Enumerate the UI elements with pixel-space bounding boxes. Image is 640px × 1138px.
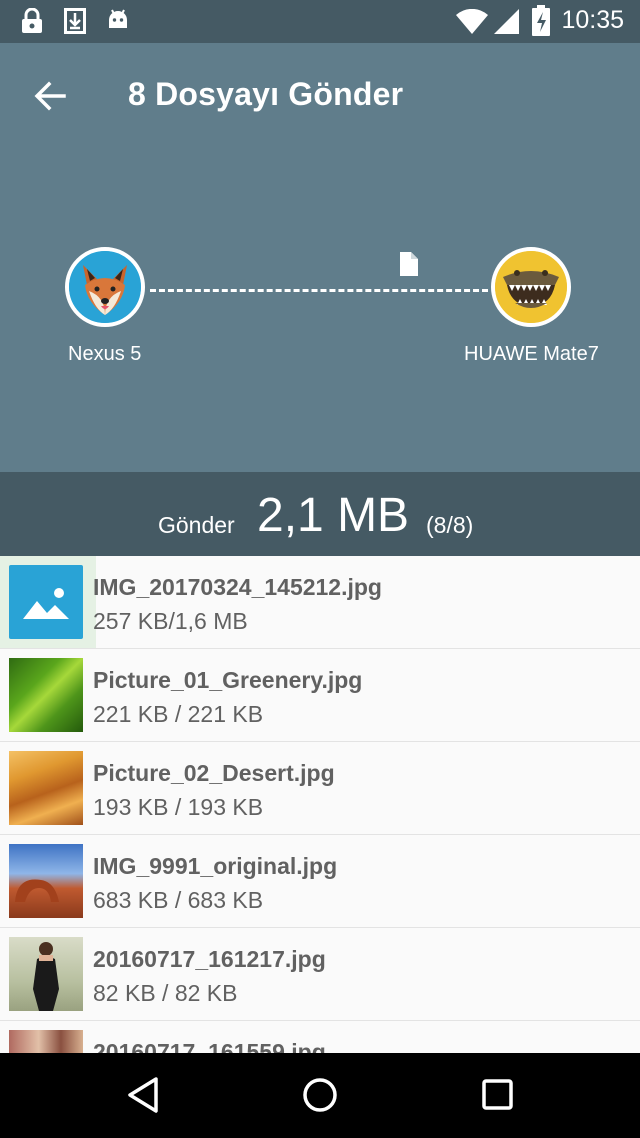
list-item[interactable]: IMG_9991_original.jpg 683 KB / 683 KB <box>0 835 640 928</box>
file-name: 20160717_161559.jpg <box>93 1039 326 1053</box>
transfer-header: 8 Dosyayı Gönder Nexus 5 HUAWE Mate7 <box>0 43 640 472</box>
receiver-name: HUAWE Mate7 <box>464 343 599 365</box>
page-title: 8 Dosyayı Gönder <box>128 76 404 112</box>
fox-avatar-icon <box>69 251 141 323</box>
receiver-avatar[interactable] <box>491 247 571 327</box>
file-name: IMG_9991_original.jpg <box>93 853 338 879</box>
file-size: 193 KB / 193 KB <box>93 794 264 820</box>
file-size: 683 KB / 683 KB <box>93 887 264 913</box>
list-item[interactable]: Picture_02_Desert.jpg 193 KB / 193 KB <box>0 742 640 835</box>
file-list[interactable]: IMG_20170324_145212.jpg 257 KB/1,6 MB Pi… <box>0 556 640 1053</box>
file-size: 257 KB/1,6 MB <box>93 608 248 634</box>
list-item[interactable]: 20160717_161559.jpg <box>0 1021 640 1053</box>
nav-back-icon[interactable] <box>126 1075 160 1115</box>
file-name: Picture_01_Greenery.jpg <box>93 667 363 693</box>
arrow-back-icon[interactable] <box>30 76 70 116</box>
transfer-summary: Gönder 2,1 MB (8/8) <box>0 472 640 556</box>
system-nav-bar <box>0 1053 640 1138</box>
file-icon <box>400 252 418 276</box>
status-bar: 10:35 <box>0 0 640 43</box>
desert-thumb <box>9 751 83 825</box>
crocodile-avatar-icon <box>495 251 567 323</box>
wifi-icon <box>456 9 488 34</box>
battery-charging-icon <box>532 5 550 36</box>
file-name: Picture_02_Desert.jpg <box>93 760 335 786</box>
download-icon <box>64 8 86 34</box>
greenery-thumb <box>9 658 83 732</box>
nav-home-icon[interactable] <box>301 1075 339 1115</box>
sender-avatar[interactable] <box>65 247 145 327</box>
image-placeholder-icon <box>9 565 83 639</box>
person-thumb <box>9 937 83 1011</box>
file-size: 82 KB / 82 KB <box>93 980 238 1006</box>
android-icon <box>109 9 127 28</box>
arch-thumb <box>9 844 83 918</box>
file-count: (8/8) <box>426 512 474 538</box>
nav-recents-icon[interactable] <box>481 1075 515 1115</box>
file-name: IMG_20170324_145212.jpg <box>93 574 382 600</box>
total-size: 2,1 MB <box>257 489 410 542</box>
list-item[interactable]: Picture_01_Greenery.jpg 221 KB / 221 KB <box>0 649 640 742</box>
list-item[interactable]: IMG_20170324_145212.jpg 257 KB/1,6 MB <box>0 556 640 649</box>
people-thumb <box>9 1030 83 1053</box>
status-time: 10:35 <box>561 6 624 34</box>
lock-icon <box>22 8 42 33</box>
file-name: 20160717_161217.jpg <box>93 946 326 972</box>
list-item[interactable]: 20160717_161217.jpg 82 KB / 82 KB <box>0 928 640 1021</box>
signal-icon <box>494 9 519 34</box>
send-label: Gönder <box>158 512 235 538</box>
file-size: 221 KB / 221 KB <box>93 701 264 727</box>
sender-name: Nexus 5 <box>68 343 142 365</box>
transfer-line <box>150 289 488 292</box>
